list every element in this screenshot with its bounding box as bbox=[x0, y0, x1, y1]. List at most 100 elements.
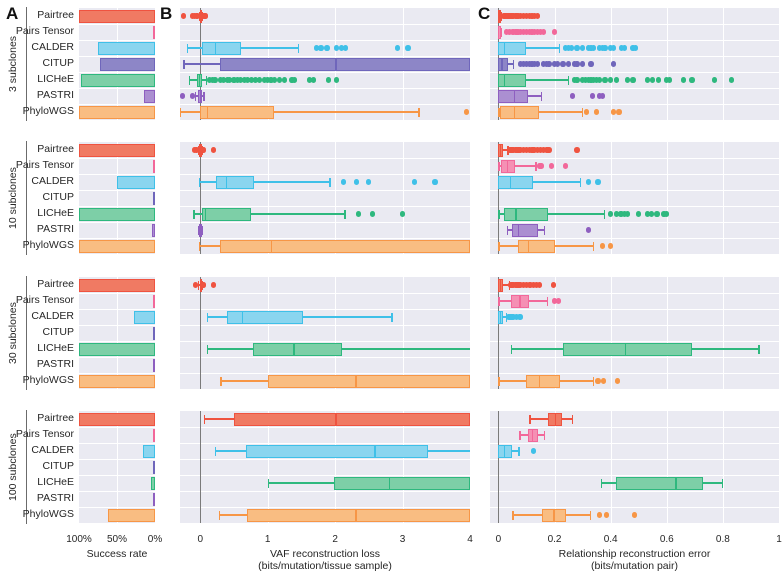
relationship-error-median bbox=[499, 25, 501, 39]
relationship-error-median bbox=[509, 175, 512, 189]
vaf-loss-outlier bbox=[333, 77, 340, 83]
vaf-loss-median bbox=[225, 175, 228, 189]
success-rate-bar bbox=[151, 476, 155, 490]
relationship-error-box bbox=[498, 41, 527, 55]
vaf-loss-whisker-low bbox=[206, 316, 228, 318]
relationship-error-whisker-high bbox=[547, 213, 606, 215]
vaf-loss-whisker-low bbox=[198, 245, 221, 247]
relationship-error-outlier bbox=[602, 77, 608, 83]
axes-vaf-loss-2 bbox=[180, 277, 471, 389]
vaf-loss-outlier bbox=[369, 211, 375, 217]
gridline-horizontal bbox=[180, 491, 470, 492]
vaf-loss-whisker-high bbox=[240, 47, 299, 49]
relationship-error-outlier bbox=[630, 77, 636, 83]
axes-vaf-loss-3 bbox=[180, 411, 471, 523]
row-label-pairtree: Pairtree bbox=[37, 278, 74, 290]
gridline-vertical bbox=[470, 411, 471, 523]
vaf-loss-whisker-low bbox=[267, 482, 334, 484]
vaf-loss-median bbox=[215, 41, 217, 55]
success-rate-bar bbox=[153, 428, 156, 442]
vaf-loss-outlier bbox=[281, 77, 288, 83]
vaf-loss-outlier bbox=[324, 45, 330, 51]
gridline-horizontal bbox=[180, 325, 470, 326]
relationship-error-outlier bbox=[585, 179, 591, 185]
vaf-loss-outlier bbox=[201, 282, 207, 288]
row-label-phylowgs: PhyloWGS bbox=[22, 508, 74, 520]
gridline-horizontal bbox=[490, 56, 779, 57]
relationship-error-whisker-low bbox=[498, 300, 512, 302]
gridline-horizontal bbox=[180, 427, 470, 428]
vaf-loss-box bbox=[220, 239, 470, 253]
vaf-loss-box bbox=[252, 342, 342, 356]
relationship-error-median bbox=[527, 239, 530, 253]
vaf-loss-cap-high bbox=[344, 209, 346, 219]
vaf-loss-outlier bbox=[354, 179, 360, 185]
relationship-error-outlier bbox=[535, 61, 541, 67]
gridline-vertical bbox=[470, 277, 471, 389]
relationship-error-cap-low bbox=[512, 510, 514, 520]
relationship-error-outlier bbox=[624, 77, 631, 83]
relationship-error-cap-high bbox=[512, 59, 515, 69]
vaf-loss-cap-low bbox=[206, 312, 209, 322]
success-rate-bar bbox=[100, 57, 155, 71]
success-rate-bar bbox=[98, 41, 155, 55]
vaf-loss-box bbox=[202, 207, 251, 221]
relationship-error-box bbox=[562, 342, 692, 356]
success-rate-bar bbox=[107, 508, 155, 522]
vaf-loss-whisker-low bbox=[203, 418, 234, 420]
gridline-horizontal bbox=[79, 475, 155, 476]
relationship-error-outlier bbox=[546, 61, 552, 67]
vaf-loss-cap-high bbox=[203, 91, 205, 101]
relationship-error-cap-high bbox=[500, 27, 503, 37]
gridline-horizontal bbox=[79, 427, 155, 428]
vaf-loss-outlier bbox=[318, 45, 324, 51]
relationship-error-median bbox=[532, 428, 534, 442]
gridline-horizontal bbox=[490, 24, 779, 25]
zero-reference-line bbox=[200, 277, 202, 389]
panel-letter-b: B bbox=[160, 4, 173, 23]
vaf-loss-whisker-low bbox=[220, 380, 268, 382]
gridline-vertical bbox=[470, 142, 471, 254]
axis-tick-relationship-error: 0.8 bbox=[715, 534, 730, 545]
vaf-loss-cap-low bbox=[186, 43, 189, 53]
relationship-error-median bbox=[513, 105, 516, 119]
vaf-loss-median bbox=[204, 207, 207, 221]
relationship-error-outlier bbox=[595, 179, 601, 185]
success-rate-bar bbox=[151, 223, 155, 237]
axis-tick-vaf-loss: 3 bbox=[399, 534, 406, 545]
vaf-loss-box bbox=[333, 476, 470, 490]
gridline-horizontal bbox=[79, 293, 155, 294]
relationship-error-whisker-high bbox=[529, 300, 548, 302]
vaf-loss-whisker-low bbox=[183, 63, 221, 65]
vaf-loss-box bbox=[227, 310, 303, 324]
relationship-error-cap-high bbox=[721, 478, 724, 488]
relationship-error-cap-high bbox=[540, 91, 543, 101]
axis-title-relationship-error-units: (bits/mutation pair) bbox=[591, 560, 678, 572]
relationship-error-outlier bbox=[579, 45, 586, 51]
row-label-pairs-tensor: Pairs Tensor bbox=[15, 25, 74, 37]
success-rate-bar bbox=[142, 444, 155, 458]
row-label-calder: CALDER bbox=[31, 175, 74, 187]
vaf-loss-outlier bbox=[194, 13, 201, 19]
relationship-error-box bbox=[616, 476, 704, 490]
relationship-error-outlier bbox=[535, 13, 541, 19]
relationship-error-cap-low bbox=[498, 241, 500, 251]
relationship-error-outlier bbox=[631, 512, 638, 518]
vaf-loss-outlier bbox=[203, 13, 209, 19]
vaf-loss-median bbox=[355, 508, 357, 522]
gridline-horizontal bbox=[490, 357, 779, 358]
row-label-lichee: LICHeE bbox=[37, 476, 74, 488]
relationship-error-cap-high bbox=[546, 296, 548, 306]
relationship-error-whisker-high bbox=[560, 380, 594, 382]
vaf-loss-whisker-high bbox=[428, 450, 470, 452]
relationship-error-outlier bbox=[603, 512, 610, 518]
relationship-error-outlier bbox=[565, 61, 572, 67]
row-label-pairtree: Pairtree bbox=[37, 412, 74, 424]
gridline-horizontal bbox=[490, 293, 779, 294]
success-rate-bar bbox=[153, 159, 156, 173]
gridline-vertical bbox=[779, 411, 780, 523]
relationship-error-outlier bbox=[530, 448, 537, 454]
vaf-loss-median bbox=[335, 57, 337, 71]
relationship-error-outlier bbox=[596, 77, 602, 83]
relationship-error-cap-high bbox=[543, 430, 545, 440]
